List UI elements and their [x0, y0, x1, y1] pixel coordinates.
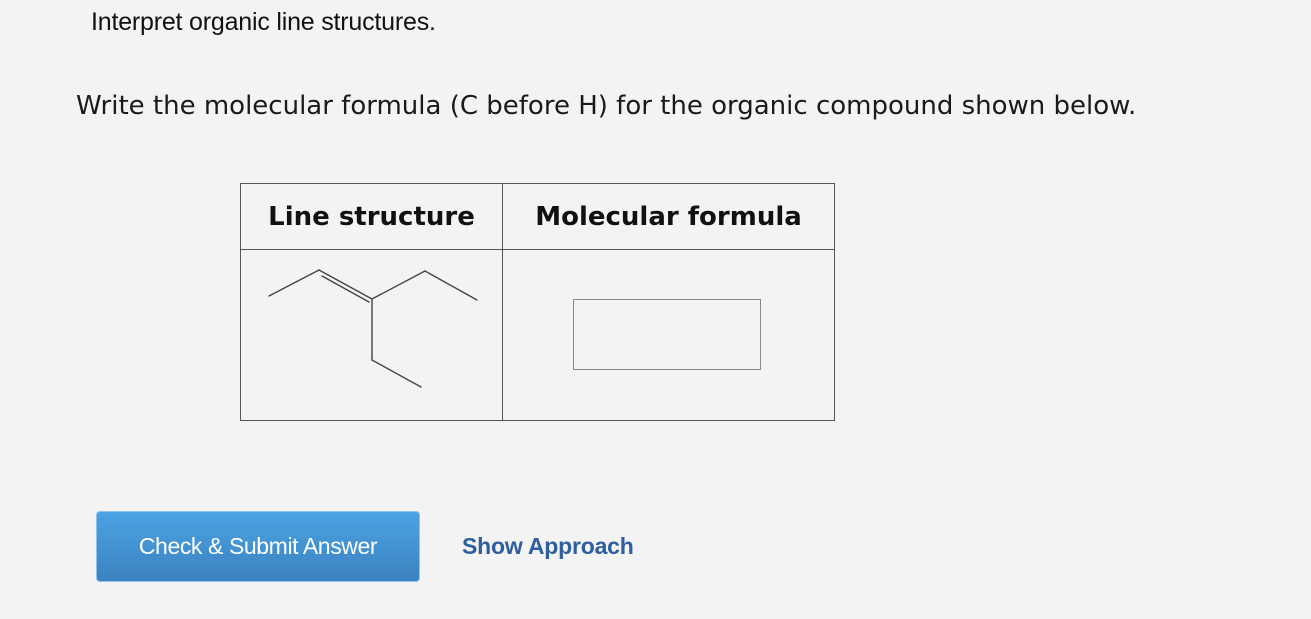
bond-c1-c2: [268, 269, 320, 297]
molecular-formula-input[interactable]: [573, 299, 761, 370]
bond-c2-c3-double-a: [318, 269, 373, 300]
bond-c2-c3-double-b: [321, 275, 370, 303]
column-header-molecular-formula: Molecular formula: [502, 183, 835, 250]
answer-table: Line structure Molecular formula: [240, 183, 835, 421]
column-header-line-structure: Line structure: [240, 183, 503, 250]
page-title: Interpret organic line structures.: [91, 8, 436, 36]
table-header-row: Line structure Molecular formula: [240, 183, 835, 250]
line-structure-drawing: [268, 269, 478, 388]
question-page: Interpret organic line structures. Write…: [0, 0, 1311, 619]
table-row: [240, 249, 835, 421]
bond-c6-c7: [371, 359, 422, 388]
check-submit-answer-button[interactable]: Check & Submit Answer: [96, 511, 420, 582]
line-structure-cell: [240, 249, 503, 421]
bond-c3-c4: [371, 270, 426, 300]
question-text: Write the molecular formula (C before H)…: [76, 91, 1137, 121]
show-approach-link[interactable]: Show Approach: [462, 533, 634, 560]
bond-c4-c5: [424, 270, 478, 301]
molecular-formula-cell: [502, 249, 835, 421]
